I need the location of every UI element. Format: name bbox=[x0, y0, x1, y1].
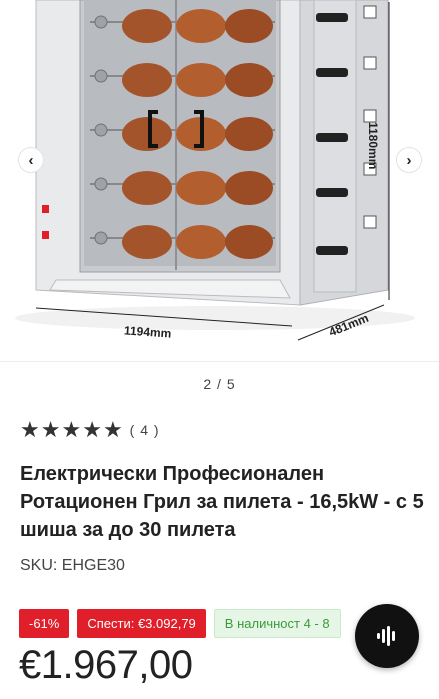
voice-assistant-icon bbox=[377, 626, 395, 646]
product-image-gallery[interactable]: 1194mm 481mm 1180mm ‹ › bbox=[0, 0, 439, 362]
star-icon: ★ bbox=[82, 417, 102, 442]
review-count[interactable]: ( 4 ) bbox=[130, 422, 160, 438]
product-price: €1.967,00 bbox=[19, 643, 193, 687]
voice-assistant-button[interactable] bbox=[355, 604, 419, 668]
savings-badge: Спести: €3.092,79 bbox=[77, 609, 206, 638]
product-title: Електрически Професионален Ротационен Гр… bbox=[20, 463, 424, 541]
star-icon: ★ bbox=[40, 417, 61, 442]
chevron-right-icon: › bbox=[406, 151, 412, 169]
gallery-next-button[interactable]: › bbox=[396, 147, 422, 173]
product-rating[interactable]: ★ ★ ★ ★ ★ ( 4 ) bbox=[20, 419, 160, 441]
discount-badge: -61% bbox=[19, 609, 70, 638]
star-icon: ★ bbox=[20, 417, 40, 442]
dimension-height-label: 1180mm bbox=[366, 122, 380, 170]
product-sku: SKU: EHGE30 bbox=[20, 557, 125, 574]
star-icon: ★ bbox=[102, 417, 123, 442]
badge-row: -61% Спести: €3.092,79 В наличност 4 - 8 bbox=[19, 609, 349, 638]
rotisserie-grill-image bbox=[15, 0, 415, 341]
chevron-left-icon: ‹ bbox=[28, 151, 34, 169]
gallery-prev-button[interactable]: ‹ bbox=[18, 147, 44, 173]
gallery-pager: 2 / 5 bbox=[203, 376, 236, 392]
stock-badge: В наличност 4 - 8 bbox=[213, 609, 341, 638]
star-icon: ★ bbox=[61, 417, 82, 442]
